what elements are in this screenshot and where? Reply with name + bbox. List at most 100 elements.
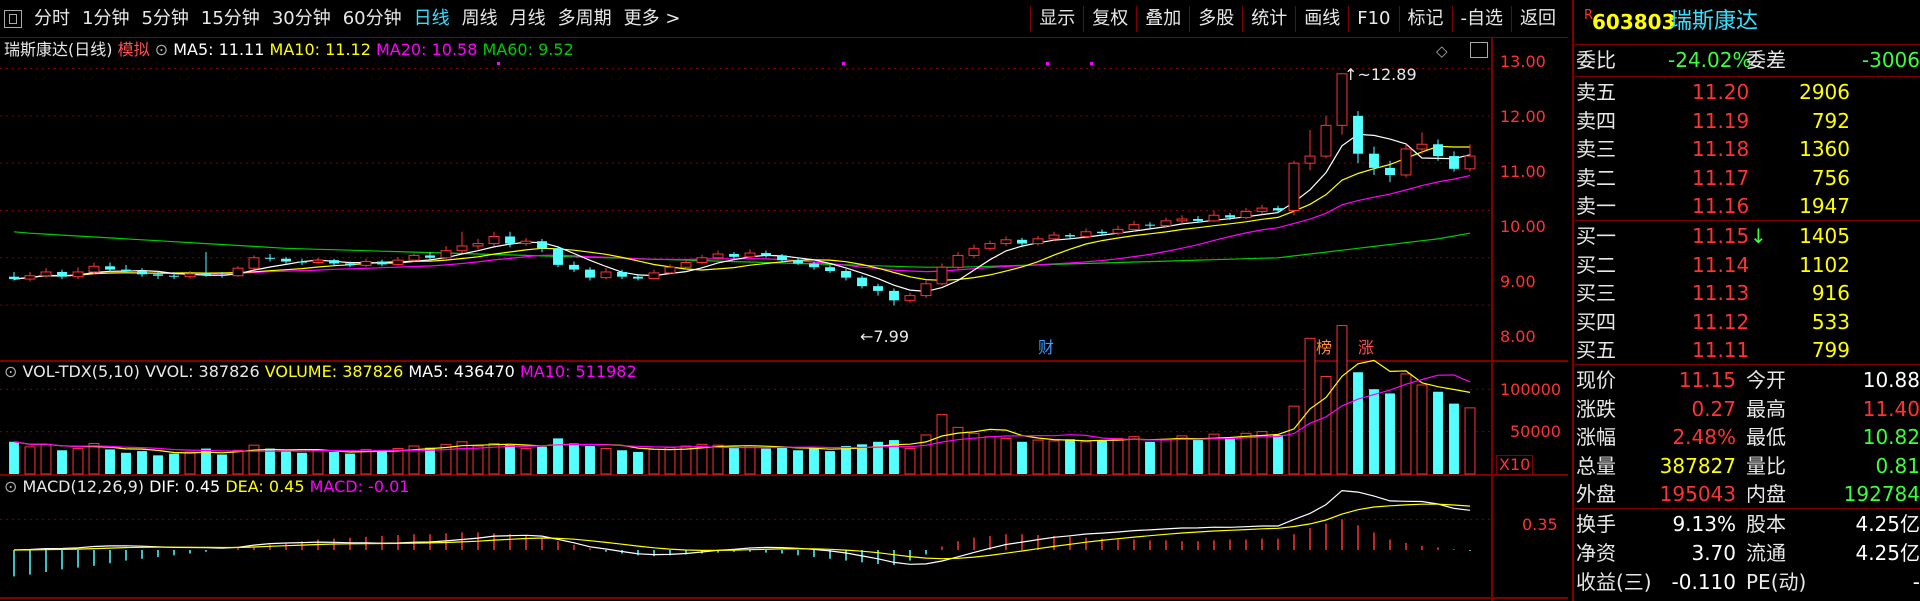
vvol-value: VVOL: 387826	[144, 362, 260, 381]
volume-bar	[1369, 389, 1379, 474]
bid-row: 买五 11.11 799	[1574, 336, 1920, 364]
stock-header: R 603803 瑞斯康达	[1574, 8, 1920, 42]
stat-value: 10.82	[1862, 425, 1920, 449]
volume-bar	[1000, 437, 1012, 475]
candle	[696, 254, 708, 265]
tab-1min[interactable]: 1分钟	[76, 8, 135, 30]
volume-bar	[153, 455, 163, 474]
fund-value: -	[1912, 570, 1920, 594]
f10-button[interactable]: F10	[1348, 6, 1398, 32]
tab-15min[interactable]: 15分钟	[195, 8, 266, 30]
volume-bar	[1065, 439, 1075, 474]
multi-stock-button[interactable]: 多股	[1189, 6, 1242, 32]
fund-row: 净资 3.70 流通 4.25亿	[1574, 539, 1920, 567]
candle	[297, 258, 307, 265]
fund-label: 净资	[1576, 541, 1616, 565]
mode-label: 模拟	[117, 40, 150, 59]
candle	[392, 256, 404, 266]
tab-weekly[interactable]: 周线	[456, 8, 504, 30]
volume-bar	[360, 448, 372, 475]
display-button[interactable]: 显示	[1030, 6, 1083, 32]
ask-volume: 756	[1811, 165, 1850, 190]
tab-5min[interactable]: 5分钟	[135, 8, 194, 30]
settings-icon[interactable]: ⊙	[4, 477, 17, 496]
fund-value: 3.70	[1691, 541, 1736, 565]
stock-period-label: 瑞斯康达(日线)	[4, 40, 113, 59]
dif-line	[13, 489, 1471, 565]
tab-monthly[interactable]: 月线	[504, 8, 552, 30]
stat-row: 涨跌 0.27 最高 11.40	[1574, 395, 1920, 423]
volume-ma10-line	[13, 374, 1471, 452]
overlay-button[interactable]: 叠加	[1136, 6, 1189, 32]
macd-histogram	[13, 489, 1471, 577]
ask-row: 卖四 11.19 792	[1574, 107, 1920, 135]
bid-label: 买三	[1576, 281, 1616, 305]
ma10-line	[13, 145, 1470, 281]
volume-bar	[184, 451, 196, 475]
bid-row: 买三 11.13 916	[1574, 279, 1920, 307]
panel-toggle-icon[interactable]	[1470, 42, 1488, 58]
candle	[1304, 130, 1316, 171]
mark-button[interactable]: 标记	[1398, 6, 1452, 32]
volume-bar	[57, 450, 67, 474]
event-marker	[1090, 62, 1093, 65]
stock-name[interactable]: 瑞斯康达	[1670, 8, 1758, 36]
stock-code: 603803	[1592, 10, 1676, 34]
stat-row: 现价 11.15 今开 10.88	[1574, 366, 1920, 394]
stat-label: 外盘	[1576, 482, 1616, 506]
bid-row: 买二 11.14 1102	[1574, 251, 1920, 279]
finance-badge[interactable]: 财	[1038, 339, 1054, 357]
volume-bar	[936, 414, 948, 475]
candle	[184, 271, 196, 279]
stat-row: 总量 387827 量比 0.81	[1574, 452, 1920, 480]
settings-icon[interactable]: ⊙	[155, 40, 168, 59]
candle	[680, 259, 692, 269]
statistics-button[interactable]: 统计	[1242, 6, 1295, 32]
candle	[873, 283, 883, 296]
bid-label: 买四	[1576, 309, 1616, 334]
tab-30min[interactable]: 30分钟	[266, 8, 337, 30]
candle	[57, 269, 67, 280]
volume-bar	[24, 446, 36, 475]
draw-line-button[interactable]: 画线	[1295, 6, 1348, 32]
ask-row: 卖二 11.17 756	[1574, 164, 1920, 192]
tab-fenshi[interactable]: 分时	[28, 8, 76, 30]
stat-value: 10.88	[1862, 368, 1920, 392]
restore-rights-button[interactable]: 复权	[1083, 6, 1136, 32]
back-button[interactable]: 返回	[1511, 6, 1564, 32]
macd-indicator-name: MACD(12,26,9)	[22, 477, 145, 496]
settings-icon[interactable]: ⊙	[4, 362, 17, 381]
volume-unit: X10	[1496, 455, 1534, 475]
volume-bar	[137, 451, 147, 474]
chart-grid	[0, 38, 1568, 601]
stat-label: 涨幅	[1576, 425, 1616, 449]
volume-bar	[488, 442, 500, 475]
volume-bar	[1097, 440, 1107, 474]
ranking-badge[interactable]: 榜	[1316, 339, 1332, 357]
price-tick: 12.00	[1500, 107, 1546, 126]
tab-daily[interactable]: 日线	[408, 8, 456, 30]
volume-bar	[505, 445, 515, 474]
layout-toggle-icon[interactable]	[4, 10, 22, 28]
candle	[1145, 222, 1155, 229]
macd-tick: 0.35	[1522, 515, 1558, 534]
remove-watchlist-button[interactable]: -自选	[1451, 6, 1512, 32]
tab-60min[interactable]: 60分钟	[337, 8, 408, 30]
kline-chart[interactable]	[0, 38, 1568, 601]
tab-multi-period[interactable]: 多周期	[552, 8, 618, 30]
volume-bar	[585, 446, 595, 474]
ask-row: 卖一 11.16 1947	[1574, 192, 1920, 220]
candle	[1160, 217, 1172, 228]
tab-more[interactable]: 更多 >	[618, 8, 687, 30]
ask-price: 11.16	[1692, 194, 1750, 218]
candle	[537, 238, 547, 253]
volume-bar	[1400, 373, 1412, 475]
fund-label: 流通	[1746, 541, 1786, 565]
limit-up-badge[interactable]: 涨	[1358, 339, 1374, 357]
volume-legend: ⊙ VOL-TDX(5,10) VVOL: 387826 VOLUME: 387…	[4, 363, 637, 381]
ma60-value: MA60: 9.52	[482, 40, 574, 59]
stat-value: 0.27	[1691, 396, 1736, 421]
quote-panel: R 603803 瑞斯康达 委比 -24.02% 委差 -3006 卖五 11.2…	[1572, 0, 1920, 601]
price-tick: 8.00	[1500, 327, 1536, 346]
diamond-icon[interactable]: ◇	[1436, 42, 1448, 60]
